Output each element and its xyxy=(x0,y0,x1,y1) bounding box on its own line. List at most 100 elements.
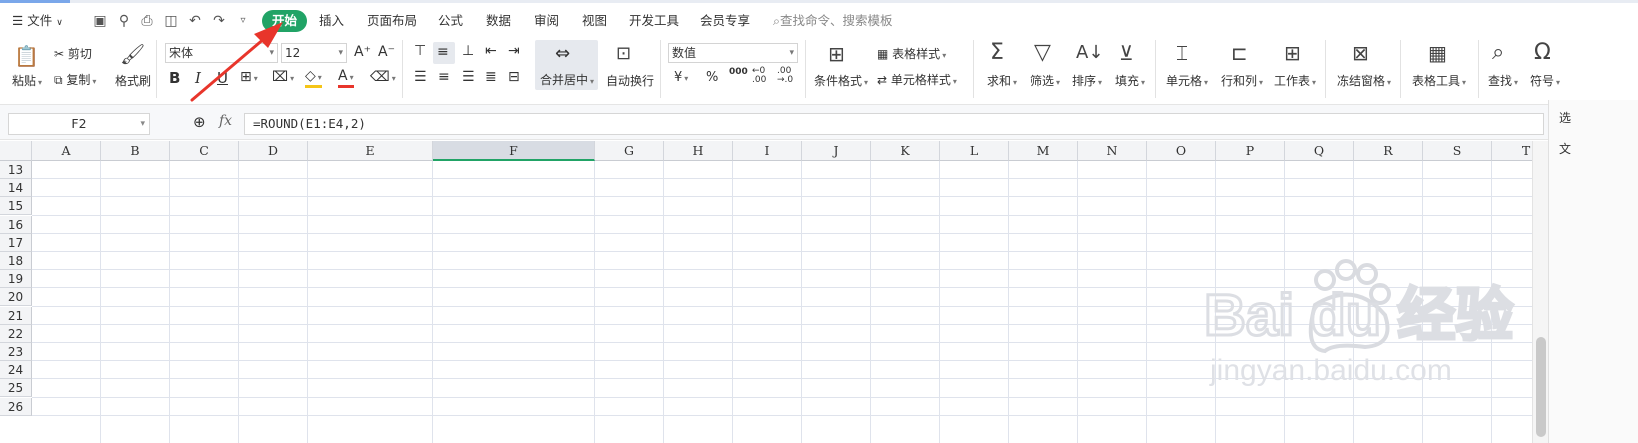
row-header[interactable]: 24 xyxy=(0,361,32,380)
paintbrush-icon[interactable]: 🖌 xyxy=(120,42,145,68)
border-icon[interactable]: ⊞ ▾ xyxy=(240,69,258,85)
symbol-button[interactable]: 符号 ▾ xyxy=(1530,72,1560,89)
print-icon[interactable]: ⎙ xyxy=(139,13,155,29)
distribute-icon[interactable]: ⊟ xyxy=(508,69,520,85)
wrap-text-icon[interactable]: ⊡ xyxy=(616,43,631,64)
row-col-icon[interactable]: ⊏ xyxy=(1231,41,1248,65)
redo-icon[interactable]: ↷ xyxy=(211,13,227,29)
format-brush-icon[interactable]: ⚲ xyxy=(116,13,132,29)
font-color-icon[interactable]: A ▾ xyxy=(338,69,354,88)
row-header[interactable]: 13 xyxy=(0,161,32,179)
eraser-icon[interactable]: ⌫ ▾ xyxy=(370,69,396,85)
underline-icon[interactable]: U xyxy=(217,69,228,87)
tab-review[interactable]: 审阅 xyxy=(534,6,559,36)
file-menu[interactable]: ☰ 文件 ∨ xyxy=(12,6,63,36)
column-header[interactable]: C xyxy=(170,141,239,161)
column-header[interactable]: T xyxy=(1492,141,1532,161)
worksheet-icon[interactable]: ⊞ xyxy=(1284,41,1301,65)
format-painter-button[interactable]: 格式刷 xyxy=(115,72,151,89)
tab-member[interactable]: 会员专享 xyxy=(700,6,750,36)
side-pane-label-second[interactable]: 文 xyxy=(1559,140,1571,157)
row-header[interactable]: 15 xyxy=(0,197,32,216)
tab-insert[interactable]: 插入 xyxy=(319,6,344,36)
row-header[interactable]: 20 xyxy=(0,288,32,307)
increase-font-icon[interactable]: A⁺ xyxy=(354,44,371,60)
worksheet-button[interactable]: 工作表 ▾ xyxy=(1274,72,1316,89)
sort-icon[interactable]: A↓ xyxy=(1076,42,1103,63)
column-header[interactable]: A xyxy=(32,141,101,161)
column-header[interactable]: N xyxy=(1078,141,1147,161)
column-header[interactable]: O xyxy=(1147,141,1216,161)
column-header[interactable]: D xyxy=(239,141,308,161)
row-header[interactable]: 17 xyxy=(0,233,32,252)
freeze-button[interactable]: 冻结窗格 ▾ xyxy=(1337,72,1391,89)
bold-icon[interactable]: B xyxy=(169,69,180,87)
cell-style-button[interactable]: ⇄ 单元格样式 ▾ xyxy=(877,71,957,88)
sort-button[interactable]: 排序 ▾ xyxy=(1072,72,1102,89)
table-style-button[interactable]: ▦ 表格样式 ▾ xyxy=(877,45,946,62)
sheet-grid[interactable]: A B C D E F G H I J K L M N O P Q R S T 13 14 15 16 17 18 19 20 21 22… xyxy=(0,141,1532,443)
tab-formulas[interactable]: 公式 xyxy=(438,6,463,36)
column-header[interactable]: P xyxy=(1216,141,1285,161)
column-header[interactable]: I xyxy=(733,141,802,161)
tab-data[interactable]: 数据 xyxy=(486,6,511,36)
column-header[interactable]: Q xyxy=(1285,141,1354,161)
column-header[interactable]: F xyxy=(433,141,595,161)
find-icon[interactable]: ⌕ xyxy=(1492,40,1504,65)
save-icon[interactable]: ▣ xyxy=(92,13,108,29)
formula-input[interactable]: =ROUND(E1:E4,2) xyxy=(244,113,1544,135)
filter-button[interactable]: 筛选 ▾ xyxy=(1030,72,1060,89)
conditional-format-icon[interactable]: ⊞ xyxy=(828,42,845,66)
column-header[interactable]: M xyxy=(1009,141,1078,161)
percent-icon[interactable]: % xyxy=(706,70,718,85)
column-header[interactable]: K xyxy=(871,141,940,161)
row-header[interactable]: 23 xyxy=(0,343,32,361)
align-right-icon[interactable]: ☰ xyxy=(462,69,475,85)
row-header[interactable]: 21 xyxy=(0,306,32,325)
find-button[interactable]: 查找 ▾ xyxy=(1488,72,1518,89)
quick-access-more-icon[interactable]: ▿ xyxy=(235,13,251,29)
thousands-icon[interactable]: 000 xyxy=(729,67,748,77)
cell-button[interactable]: 单元格 ▾ xyxy=(1166,72,1208,89)
fill-button[interactable]: 填充 ▾ xyxy=(1115,72,1145,89)
zoom-icon[interactable]: ⊕ xyxy=(193,113,206,131)
row-header[interactable]: 18 xyxy=(0,252,32,270)
paste-button[interactable]: 粘贴 ▾ xyxy=(12,72,42,89)
align-top-icon[interactable]: ⊤ xyxy=(414,43,426,59)
wrap-text-button[interactable]: 自动换行 xyxy=(606,72,654,89)
paste-icon[interactable]: 📋 xyxy=(14,44,39,68)
justify-icon[interactable]: ≣ xyxy=(485,69,497,85)
row-header[interactable]: 16 xyxy=(0,215,32,234)
align-middle-button[interactable]: ≡ xyxy=(433,42,455,64)
print-preview-icon[interactable]: ◫ xyxy=(163,13,179,29)
scrollbar-thumb[interactable] xyxy=(1536,337,1546,437)
decrease-indent-icon[interactable]: ⇤ xyxy=(485,43,497,59)
tab-view[interactable]: 视图 xyxy=(582,6,607,36)
align-center-icon[interactable]: ≡ xyxy=(438,69,450,85)
command-search[interactable]: ⌕查找命令、搜索模板 xyxy=(773,6,893,36)
fill-color-icon[interactable]: ◇ ▾ xyxy=(305,69,322,88)
font-size-select[interactable]: 12 ▾ xyxy=(281,43,347,63)
decrease-font-icon[interactable]: A⁻ xyxy=(378,44,395,60)
column-header[interactable]: S xyxy=(1423,141,1492,161)
cut-button[interactable]: ✂ 剪切 xyxy=(54,45,92,62)
column-header[interactable]: R xyxy=(1354,141,1423,161)
fill-icon[interactable]: ⊻ xyxy=(1119,41,1134,65)
name-box[interactable]: F2 ▾ xyxy=(8,113,150,135)
column-header[interactable]: J xyxy=(802,141,871,161)
align-bottom-icon[interactable]: ⊥ xyxy=(462,43,474,59)
column-header[interactable]: G xyxy=(595,141,664,161)
italic-icon[interactable]: I xyxy=(195,69,201,87)
cell-icon[interactable]: ⌶ xyxy=(1176,41,1188,65)
currency-icon[interactable]: ¥ ▾ xyxy=(674,70,688,85)
row-header[interactable]: 26 xyxy=(0,397,32,416)
tab-home[interactable]: 开始 xyxy=(262,10,308,32)
table-tools-button[interactable]: 表格工具 ▾ xyxy=(1412,72,1466,89)
row-header[interactable]: 14 xyxy=(0,179,32,198)
tab-developer[interactable]: 开发工具 xyxy=(629,6,679,36)
row-col-button[interactable]: 行和列 ▾ xyxy=(1221,72,1263,89)
font-name-select[interactable]: 宋体 ▾ xyxy=(165,43,278,63)
side-pane-label-top[interactable]: 选 xyxy=(1559,109,1571,126)
number-format-select[interactable]: 数值 ▾ xyxy=(668,43,798,63)
freeze-icon[interactable]: ⊠ xyxy=(1352,41,1369,65)
